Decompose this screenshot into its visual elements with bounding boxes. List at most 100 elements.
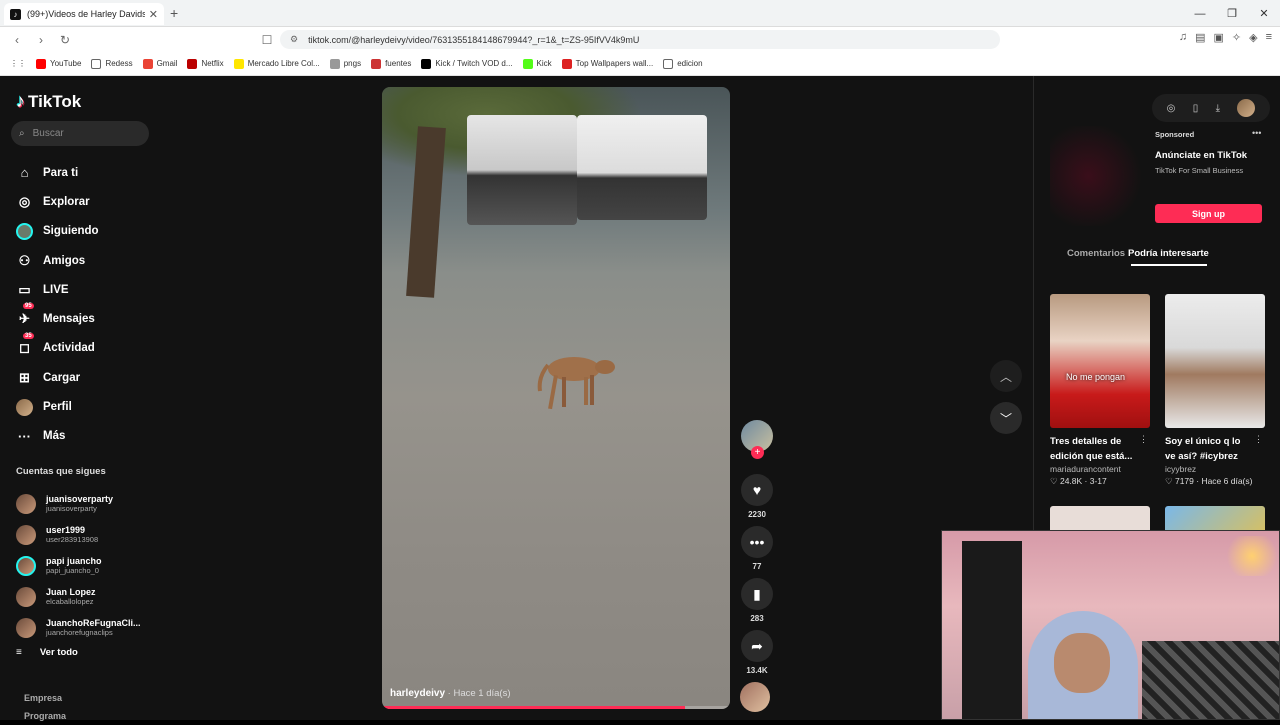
tab-podria-interesarte[interactable]: Podría interesarte [1128, 248, 1209, 259]
bookmark-fuentes[interactable]: fuentes [371, 58, 411, 69]
card-stats: ♡ 24.8K · 3-17 [1050, 476, 1107, 486]
video-progress-fill [382, 706, 685, 709]
video-nav-arrows: ︿ ﹀ [990, 360, 1022, 444]
suggested-video-card[interactable]: ⋮ Soy el único q lo ve así? #icybrez icy… [1165, 294, 1265, 487]
avatar [16, 524, 36, 545]
ad-title[interactable]: Anúnciate en TikTok [1155, 150, 1247, 161]
webcam-scene-fridge [962, 541, 1022, 719]
bookmark-redess[interactable]: Redess [91, 58, 133, 69]
menu-item-para-ti[interactable]: ⌂ Para ti [16, 158, 99, 187]
video-progress-bar[interactable] [382, 706, 730, 709]
vpn-icon[interactable]: ◈ [1249, 31, 1257, 44]
card-menu-icon[interactable]: ⋮ [1254, 434, 1263, 445]
card-author: icyybrez [1165, 464, 1197, 474]
close-tab-icon[interactable]: ✕ [149, 8, 158, 21]
main-menu: ⌂ Para ti ◎ Explorar Siguiendo ⚇ Amigos ▭ LI… [16, 158, 99, 451]
menu-item-perfil[interactable]: Perfil [16, 392, 99, 421]
bookmark-pngs[interactable]: pngs [329, 58, 361, 69]
bookmark-mercadolibre[interactable]: Mercado Libre Col... [233, 58, 320, 69]
search-input[interactable]: ⌕ Buscar [11, 121, 149, 146]
sign-up-button[interactable]: Sign up [1155, 204, 1262, 223]
wallet-icon[interactable]: ▣ [1213, 31, 1223, 44]
video-author[interactable]: harleydeivy [390, 688, 445, 699]
following-list: juanisoverparty juanisoverparty user1999 u… [16, 488, 141, 643]
footer-link-empresa[interactable]: Empresa [24, 689, 66, 707]
tiktok-logo[interactable]: ♪ TikTok [16, 91, 81, 112]
like-action[interactable]: ♥ 2230 [740, 474, 774, 519]
bookmark-gmail[interactable]: Gmail [142, 58, 177, 69]
menu-item-live[interactable]: ▭ LIVE [16, 275, 99, 304]
music-disc-icon[interactable] [740, 682, 770, 712]
bookmark-edicion[interactable]: edicion [663, 58, 703, 69]
reload-icon[interactable]: ↻ [58, 33, 72, 47]
see-all-button[interactable]: ≡ Ver todo [16, 647, 78, 658]
menu-item-cargar[interactable]: ⊞ Cargar [16, 363, 99, 392]
video-player[interactable]: harleydeivy · Hace 1 día(s) [382, 87, 730, 709]
following-item[interactable]: Juan Lopez elcaballolopez [16, 581, 141, 612]
tab-title: (99+)Videos de Harley Davidson... [27, 9, 145, 19]
menu-icon[interactable]: ≡ [1266, 31, 1272, 44]
new-tab-icon[interactable]: + [170, 5, 178, 21]
browser-tab-active[interactable]: ♪ (99+)Videos de Harley Davidson... ✕ [4, 3, 164, 25]
bookmark-kick[interactable]: Kick [522, 58, 552, 69]
minimize-icon[interactable]: — [1184, 0, 1216, 27]
back-icon[interactable]: ‹ [10, 33, 24, 47]
site-info-icon[interactable]: ⚙ [290, 34, 298, 45]
tab-comentarios[interactable]: Comentarios [1067, 248, 1125, 259]
bookmark-kick-twitch[interactable]: Kick / Twitch VOD d... [421, 58, 513, 69]
following-item[interactable]: papi juancho papi_juancho_0 [16, 550, 141, 581]
follow-plus-icon[interactable]: + [751, 446, 764, 459]
compass-tool-icon[interactable]: ◎ [1167, 103, 1176, 114]
bookmark-youtube[interactable]: YouTube [36, 58, 81, 69]
friends-icon: ⚇ [18, 252, 31, 268]
url-field[interactable]: ⚙ tiktok.com/@harleydeivy/video/76313551… [280, 30, 1000, 49]
suggested-video-card[interactable]: No me pongan ⋮ Tres detalles de edición … [1050, 294, 1150, 487]
sidebar-toggle-icon[interactable]: ▤ [1195, 31, 1205, 44]
media-icon[interactable]: ♫ [1179, 31, 1187, 44]
user-avatar[interactable] [1237, 99, 1256, 117]
menu-item-siguiendo[interactable]: Siguiendo [16, 217, 99, 246]
bookmark-icon[interactable]: ▮ [741, 578, 773, 610]
restore-icon[interactable]: ❐ [1216, 0, 1248, 27]
live-icon: ▭ [18, 281, 31, 297]
bookmark-wallpapers[interactable]: Top Wallpapers wall... [561, 58, 653, 69]
following-item[interactable]: juanisoverparty juanisoverparty [16, 488, 141, 519]
card-title: Soy el único q lo ve así? #icybrez [1165, 436, 1241, 462]
comment-action[interactable]: ••• 77 [740, 526, 774, 571]
bookmark-netflix[interactable]: Netflix [187, 58, 224, 69]
video-scene-truck [577, 115, 707, 220]
card-menu-icon[interactable]: ⋮ [1139, 434, 1148, 445]
chevron-up-icon[interactable]: ︿ [990, 360, 1022, 392]
creator-avatar[interactable]: + [741, 420, 773, 459]
ad-thumbnail[interactable] [1050, 126, 1146, 226]
forward-icon[interactable]: › [34, 33, 48, 47]
chevron-down-icon[interactable]: ﹀ [990, 402, 1022, 434]
video-time: · Hace 1 día(s) [445, 688, 511, 699]
device-icon[interactable]: ▯ [1193, 103, 1199, 114]
menu-item-explorar[interactable]: ◎ Explorar [16, 187, 99, 216]
menu-item-mas[interactable]: ··· Más [16, 422, 99, 451]
activity-icon: ◻ [19, 340, 30, 356]
menu-item-actividad[interactable]: ◻ 35 Actividad [16, 332, 99, 363]
apps-icon[interactable]: ⋮⋮ [10, 59, 26, 68]
video-thumbnail [1165, 294, 1265, 428]
bookmark-page-icon[interactable]: ☐ [260, 33, 274, 47]
share-icon[interactable]: ➦ [741, 630, 773, 662]
more-options-icon[interactable]: ••• [1252, 128, 1261, 138]
heart-icon[interactable]: ♥ [741, 474, 773, 506]
save-action[interactable]: ▮ 283 [740, 578, 774, 623]
following-item[interactable]: JuanchoReFugnaCli... juanchorefugnaclips [16, 612, 141, 643]
menu-item-amigos[interactable]: ⚇ Amigos [16, 246, 99, 275]
compass-icon: ◎ [18, 193, 31, 209]
more-icon: ··· [18, 428, 31, 444]
following-item[interactable]: user1999 user283913908 [16, 519, 141, 550]
window-close-icon[interactable]: ✕ [1248, 0, 1280, 27]
download-icon[interactable]: ⤓ [1216, 103, 1220, 114]
comment-icon[interactable]: ••• [741, 526, 773, 558]
footer-link-programa[interactable]: Programa [24, 707, 66, 725]
menu-item-mensajes[interactable]: ✈ 95 Mensajes [16, 303, 99, 333]
leo-icon[interactable]: ✧ [1232, 31, 1241, 44]
active-tab-underline [1131, 264, 1207, 266]
share-action[interactable]: ➦ 13.4K [740, 630, 774, 675]
messages-badge: 95 [23, 303, 34, 310]
